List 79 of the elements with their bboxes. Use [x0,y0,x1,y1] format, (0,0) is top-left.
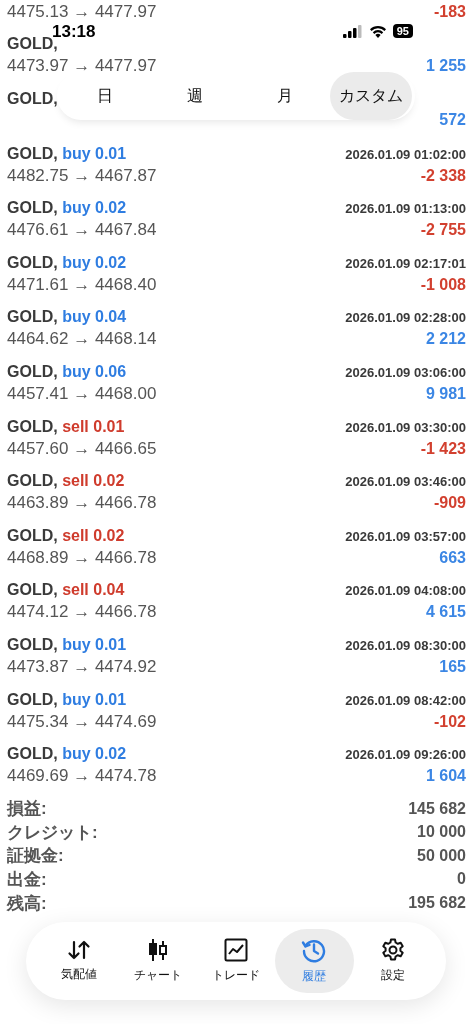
deal-title: GOLD, sell 0.02 [7,526,125,545]
deal-title: GOLD, sell 0.01 [7,417,125,436]
deal-prices: 4468.89 → 4466.78 [7,547,157,568]
deal-time: 2026.01.09 08:42:00 [345,692,466,708]
deal-profit: -2 338 [420,166,466,185]
deal-prices: 4475.13 → 4477.97 [7,1,157,22]
signal-icon [342,24,363,38]
deal-time: 2026.01.09 04:08:00 [345,583,466,599]
deal-time: 2026.01.09 02:28:00 [345,310,466,326]
summary-label: 出金: [7,869,47,891]
deal-title: GOLD, sell 0.04 [7,581,125,600]
tab-bar-item[interactable]: トレード [196,929,276,993]
summary-value: 0 [457,870,466,889]
period-tab[interactable]: 月 [240,72,330,120]
deal-profit: 2 212 [425,330,466,349]
deal-prices: 4457.41 → 4468.00 [7,383,157,404]
deal-title: GOLD, buy 0.04 [7,308,127,327]
deal-profit: 1 255 [425,57,466,76]
settings-icon [380,938,405,962]
deal-profit: 663 [439,548,466,567]
summary-label: クレジット: [7,821,98,844]
tab-bar-item[interactable]: 気配値 [40,929,119,993]
deal-time: 2026.01.09 03:57:00 [345,528,466,544]
deal-prices: 4463.89 → 4466.78 [7,493,157,514]
summary-label: 残高: [7,892,47,915]
history-icon [301,937,328,963]
deal-profit: 9 981 [425,384,466,403]
deal-time: 2026.01.09 09:26:00 [345,747,466,763]
summary-label: 損益: [7,798,47,821]
deal-prices: 4473.87 → 4474.92 [7,656,157,677]
deal-prices: 4475.34 → 4474.69 [7,711,157,732]
tab-bar-item[interactable]: チャート [118,929,197,993]
status-time: 13:18 [52,22,96,41]
tab-bar-item[interactable]: 履歴 [275,929,354,993]
tab-bar-item[interactable]: 設定 [353,929,433,993]
deal-time: 2026.01.09 08:30:00 [345,637,466,653]
battery-level: 95 [392,24,413,38]
deal-title: GOLD, buy 0.01 [7,690,127,709]
summary-value: 145 682 [408,799,466,818]
deal-title: GOLD, buy 0.02 [7,745,127,764]
deal-title: GOLD, sell 0.02 [7,472,125,491]
deal-profit: 1 604 [425,767,466,786]
deal-profit: 165 [439,657,466,676]
deal-time: 2026.01.09 01:13:00 [345,201,466,217]
summary-value: 10 000 [417,823,466,842]
candlestick-icon [146,938,169,962]
deal-profit: -102 [433,712,466,731]
summary-label: 証拠金: [7,845,64,868]
deal-title: GOLD, buy 0.02 [7,199,127,218]
deal-prices: 4464.62 → 4468.14 [7,329,157,350]
deal-title: GOLD, buy 0.01 [7,144,127,163]
period-tab[interactable]: カスタム [330,72,412,120]
line-chart-icon [224,938,248,962]
summary-value: 195 682 [408,894,466,913]
deal-title: GOLD, [7,90,58,109]
deal-profit: -1 008 [420,275,466,294]
deal-prices: 4476.61 → 4467.84 [7,220,157,241]
deal-prices: 4482.75 → 4467.87 [7,165,157,186]
deal-title: GOLD, buy 0.06 [7,362,127,381]
deal-profit: -909 [433,494,466,513]
deal-profit: -183 [433,2,466,21]
deal-time: 2026.01.09 02:17:01 [345,255,466,271]
deal-title: GOLD, buy 0.02 [7,253,127,272]
arrows-up-down-icon [67,939,92,961]
deal-prices: 4457.60 → 4466.65 [7,438,157,459]
deal-profit: 572 [439,111,466,130]
deal-profit: 4 615 [425,603,466,622]
deal-time: 2026.01.09 03:46:00 [345,474,466,490]
deal-title: GOLD, buy 0.01 [7,635,127,654]
summary-value: 50 000 [417,846,466,865]
deal-profit: -2 755 [420,221,466,240]
deal-prices: 4474.12 → 4466.78 [7,602,157,623]
deal-profit: -1 423 [420,439,466,458]
deal-time: 2026.01.09 03:06:00 [345,364,466,380]
deal-time: 2026.01.09 03:30:00 [345,419,466,435]
deal-prices: 4469.69 → 4474.78 [7,766,157,787]
deal-time: 2026.01.09 01:02:00 [345,146,466,162]
wifi-icon [368,24,387,38]
deal-prices: 4471.61 → 4468.40 [7,274,157,295]
